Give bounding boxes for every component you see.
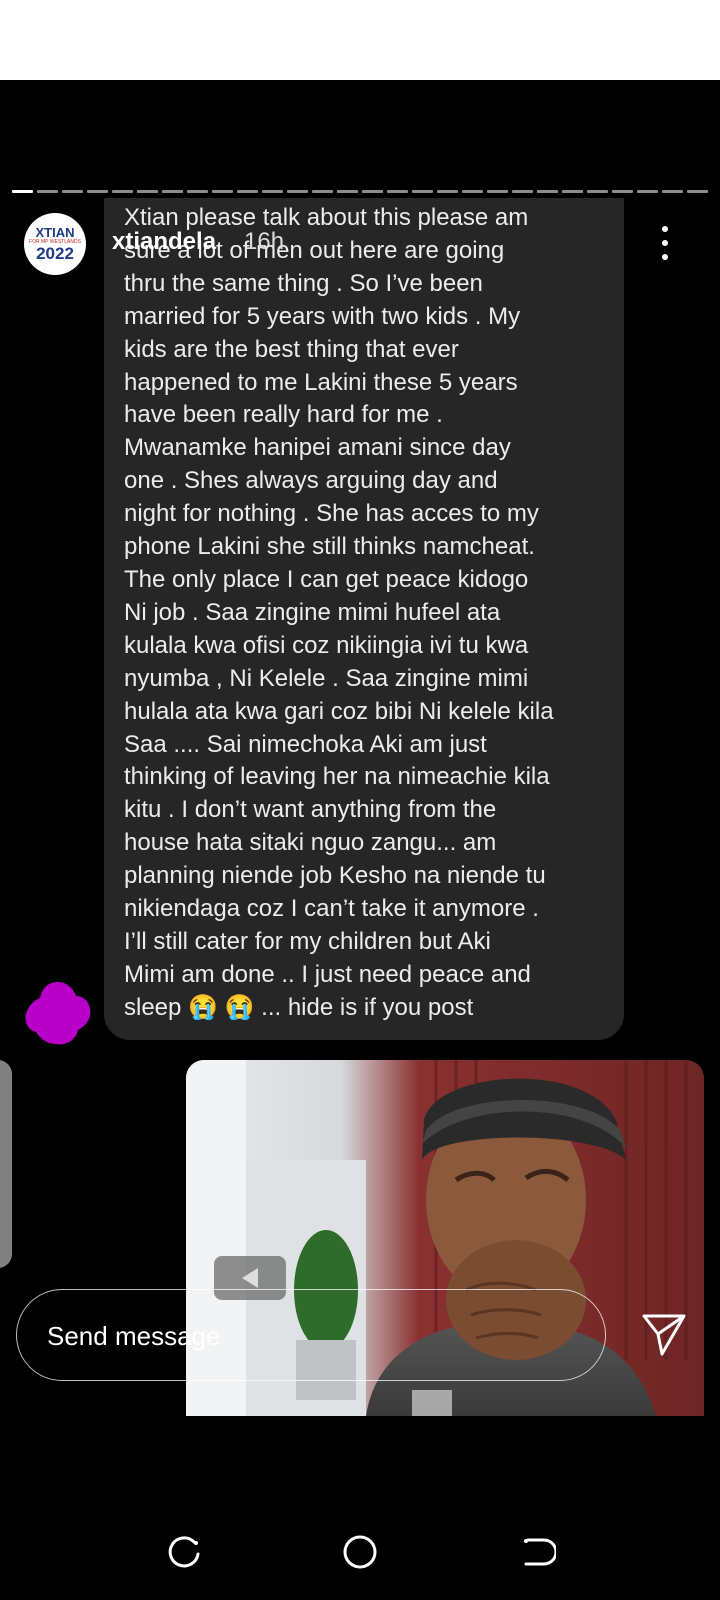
message-line: Saa .... Sai nimechoka Aki am just (124, 730, 487, 758)
progress-segment (462, 190, 483, 193)
avatar-text-line1: XTIAN (35, 225, 75, 240)
back-icon[interactable] (516, 1532, 556, 1572)
message-line: Ni job . Saa zingine mimi hufeel ata (124, 598, 501, 626)
progress-segment (37, 190, 58, 193)
side-panel-handle[interactable] (0, 1060, 12, 1268)
message-line: kids are the best thing that ever (124, 335, 459, 363)
progress-segment (212, 190, 233, 193)
message-line: I’ll still cater for my children but Aki (124, 927, 491, 955)
avatar[interactable]: XTIAN FOR MP WESTLANDS 2022 (24, 213, 86, 275)
recents-icon[interactable] (164, 1532, 204, 1572)
progress-segment (262, 190, 283, 193)
progress-segment (537, 190, 558, 193)
message-line: sleep 😭 😭 ... hide is if you post (124, 993, 474, 1021)
progress-segment (562, 190, 583, 193)
message-line: thinking of leaving her na nimeachie kil… (124, 763, 550, 791)
message-line: house hata sitaki nguo zangu... am (124, 829, 497, 857)
kebab-icon[interactable] (660, 226, 670, 260)
message-line: kitu . I don’t want anything from the (124, 796, 497, 824)
progress-segment (62, 190, 83, 193)
status-bar-area (0, 0, 720, 80)
progress-segment (87, 190, 108, 193)
message-line: Mimi am done .. I just need peace and (124, 960, 531, 988)
progress-segment (112, 190, 133, 193)
username[interactable]: xtiandela (112, 228, 216, 256)
progress-segment (387, 190, 408, 193)
system-nav-bar (0, 1510, 720, 1600)
message-line: married for 5 years with two kids . My (124, 302, 521, 330)
send-message-input[interactable] (47, 1320, 547, 1352)
message-line: one . Shes always arguing day and (124, 467, 498, 495)
message-text: Xtian please talk about this please am su… (124, 202, 604, 1025)
progress-segment (637, 190, 658, 193)
progress-segment (437, 190, 458, 193)
progress-segment (362, 190, 383, 193)
progress-segment (287, 190, 308, 193)
message-line: Xtian please talk about this please am (124, 204, 529, 231)
progress-segment (487, 190, 508, 193)
progress-segment (337, 190, 358, 193)
message-line: hulala ata kwa gari coz bibi Ni kelele k… (124, 697, 554, 725)
message-line: Mwanamke hanipei amani since day (124, 434, 511, 462)
message-line: The only place I can get peace kidogo (124, 565, 529, 593)
message-line: phone Lakini she still thinks namcheat. (124, 533, 535, 561)
message-line: night for nothing . She has acces to my (124, 500, 539, 528)
message-line: kulala kwa ofisi coz nikiingia ivi tu kw… (124, 631, 529, 659)
progress-segment (612, 190, 633, 193)
progress-segment (662, 190, 683, 193)
message-line: nikiendaga coz I can’t take it anymore . (124, 895, 539, 923)
progress-segment (162, 190, 183, 193)
story-progress-bar (12, 190, 708, 193)
story-timestamp: 16h (244, 228, 285, 255)
message-line: thru the same thing . So I’ve been (124, 269, 483, 297)
message-line: planning niende job Kesho na niende tu (124, 862, 546, 890)
home-circle-icon[interactable] (340, 1532, 380, 1572)
message-bubble: Xtian please talk about this please am su… (104, 198, 624, 1040)
message-line: nyumba , Ni Kelele . Saa zingine mimi (124, 664, 529, 692)
message-composer[interactable] (16, 1289, 606, 1381)
progress-segment (412, 190, 433, 193)
progress-segment (187, 190, 208, 193)
progress-segment (312, 190, 333, 193)
avatar-text-line3: 2022 (36, 244, 74, 263)
progress-segment (587, 190, 608, 193)
purple-blob-sticker (25, 982, 91, 1045)
message-line: have been really hard for me . (124, 401, 443, 429)
progress-segment (687, 190, 708, 193)
paper-plane-icon[interactable] (640, 1310, 688, 1358)
message-line: happened to me Lakini these 5 years (124, 368, 518, 396)
progress-segment (137, 190, 158, 193)
progress-segment (512, 190, 533, 193)
progress-segment (12, 190, 33, 193)
progress-segment (237, 190, 258, 193)
